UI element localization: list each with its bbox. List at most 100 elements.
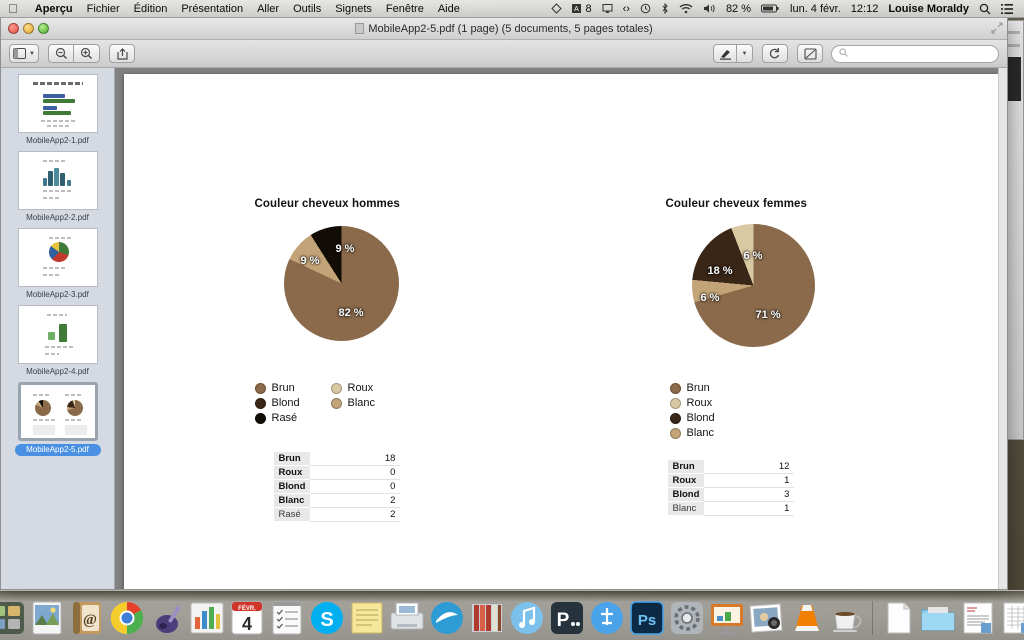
dock-item-app-store[interactable] — [588, 599, 626, 637]
document-scroll-area[interactable]: Couleur cheveux hommes 9 % 9 % 82 % Brun… — [115, 68, 1007, 589]
table-row: Blond 0 — [273, 479, 401, 494]
menu-item-fichier[interactable]: Fichier — [80, 0, 127, 18]
legend-item-roux[interactable]: Roux — [669, 397, 748, 409]
legend-item-brun[interactable]: Brun — [254, 382, 317, 394]
sidebar-toggle-icon[interactable]: ▼ — [9, 44, 39, 63]
window-title-wrap: MobileApp2-5.pdf (1 page) (5 documents, … — [1, 18, 1007, 40]
dock-item-numbers[interactable] — [188, 599, 226, 637]
rotate-icon[interactable] — [762, 44, 788, 63]
dock-item-notes[interactable] — [348, 599, 386, 637]
code-arrows-icon[interactable]: ‹› — [618, 0, 635, 18]
legend-item-blond[interactable]: Blond — [669, 412, 748, 424]
volume-icon[interactable] — [698, 3, 721, 14]
dock-item-libreoffice[interactable] — [428, 599, 466, 637]
legend-label-rase: Rasé — [271, 412, 298, 424]
sidebar-thumbnail-1[interactable]: MobileApp2-1.pdf — [1, 74, 114, 146]
table-cell-label: Brun — [273, 452, 311, 466]
menu-item-outils[interactable]: Outils — [286, 0, 328, 18]
svg-text:FÉVR.: FÉVR. — [238, 604, 256, 612]
dock-item-chrome[interactable] — [108, 599, 146, 637]
dock-item-livres[interactable] — [468, 599, 506, 637]
battery-icon[interactable] — [756, 3, 785, 14]
dock-item-papers[interactable]: P — [548, 599, 586, 637]
legend-swatch-blanc — [330, 397, 342, 409]
menubar-user[interactable]: Louise Moraldy — [883, 0, 974, 18]
minimize-button[interactable] — [23, 23, 34, 34]
menubar-time[interactable]: 12:12 — [846, 0, 884, 18]
time-machine-icon[interactable] — [635, 3, 656, 14]
sidebar-thumbnail-4[interactable]: MobileApp2-4.pdf — [1, 305, 114, 377]
dock-item-stack-tableur[interactable] — [999, 599, 1024, 637]
menu-item-aide[interactable]: Aide — [431, 0, 467, 18]
thumbnail-preview — [17, 305, 98, 364]
dock-item-document-file[interactable] — [879, 599, 917, 637]
window-body: MobileApp2-1.pdf MobileApp2-2.pdf Mobile… — [1, 68, 1007, 589]
sidebar-thumbnail-2[interactable]: MobileApp2-2.pdf — [1, 151, 114, 223]
legend-item-blanc[interactable]: Blanc — [330, 397, 393, 409]
vertical-scrollbar[interactable] — [998, 68, 1007, 589]
dock-item-cafe[interactable] — [828, 599, 866, 637]
menu-item-edition[interactable]: Édition — [127, 0, 175, 18]
dock-item-scanner[interactable] — [388, 599, 426, 637]
legend-item-blond[interactable]: Blond — [254, 397, 317, 409]
sidebar-thumbnail-3[interactable]: MobileApp2-3.pdf — [1, 228, 114, 300]
dock-item-iphoto[interactable] — [748, 599, 786, 637]
search-icon[interactable] — [974, 3, 996, 15]
search-field[interactable] — [831, 44, 999, 63]
legend-item-brun[interactable]: Brun — [669, 382, 748, 394]
menu-item-aller[interactable]: Aller — [250, 0, 286, 18]
table-row: Rasé 2 — [273, 507, 401, 522]
dock-item-calendrier[interactable]: FÉVR. 4 — [228, 599, 266, 637]
zoom-in-icon[interactable] — [74, 44, 100, 63]
legend-label-blond: Blond — [686, 412, 715, 424]
legend-femmes: Brun Roux Blond Blanc — [669, 382, 840, 442]
dock-item-keynote[interactable] — [708, 599, 746, 637]
apple-menu-icon[interactable]:  — [8, 2, 18, 15]
svg-text:A: A — [575, 6, 580, 13]
notification-center-icon[interactable] — [996, 3, 1018, 15]
dock: @ FÉVR. 4 S P Ps — [0, 590, 1024, 640]
window-titlebar[interactable]: MobileApp2-5.pdf (1 page) (5 documents, … — [1, 18, 1007, 40]
legend-item-roux[interactable]: Roux — [330, 382, 393, 394]
markup-pen-icon[interactable] — [713, 44, 737, 63]
airplay-icon[interactable] — [597, 3, 618, 14]
close-button[interactable] — [8, 23, 19, 34]
markup-chevron-down-icon[interactable]: ▼ — [737, 44, 753, 63]
dock-item-contacts[interactable]: @ — [68, 599, 106, 637]
alfred-icon[interactable]: A 8 — [567, 0, 596, 18]
annotate-icon[interactable] — [797, 44, 823, 63]
pie-chart-femmes: 6 % 18 % 6 % 71 % — [691, 224, 815, 347]
legend-item-rase[interactable]: Rasé — [254, 412, 317, 424]
menubar-date[interactable]: lun. 4 févr. — [785, 0, 846, 18]
menu-item-apercu[interactable]: Aperçu — [28, 0, 80, 18]
bluetooth-icon[interactable] — [656, 3, 674, 14]
sidebar-thumbnail-5[interactable]: MobileApp2-5.pdf — [1, 382, 114, 456]
dock-item-preferences-systeme[interactable] — [668, 599, 706, 637]
dock-item-itunes[interactable] — [508, 599, 546, 637]
menu-item-signets[interactable]: Signets — [328, 0, 379, 18]
dock-item-skype[interactable]: S — [308, 599, 346, 637]
battery-percent: 82 % — [725, 2, 752, 15]
dock-item-rappels[interactable] — [268, 599, 306, 637]
data-table-hommes: Brun 18 Roux 0 Blond 0 Blanc 2 Rasé 2 — [273, 452, 401, 522]
menu-item-fenetre[interactable]: Fenêtre — [379, 0, 431, 18]
dock-item-inkscape[interactable] — [148, 599, 186, 637]
dropbox-icon[interactable] — [546, 3, 567, 14]
dock-item-vlc[interactable] — [788, 599, 826, 637]
svg-text:P: P — [556, 610, 569, 631]
legend-item-blanc[interactable]: Blanc — [669, 427, 748, 439]
dock-item-apercu-preview[interactable] — [28, 599, 66, 637]
wifi-icon[interactable] — [674, 3, 698, 14]
thumbnail-sidebar[interactable]: MobileApp2-1.pdf MobileApp2-2.pdf Mobile… — [1, 68, 115, 589]
dock-item-photoshop[interactable]: Ps — [628, 599, 666, 637]
fullscreen-icon[interactable] — [991, 22, 1003, 34]
table-cell-value: 18 — [310, 452, 401, 466]
dock-item-stack-documents[interactable] — [959, 599, 997, 637]
menu-item-presentation[interactable]: Présentation — [174, 0, 250, 18]
share-icon[interactable] — [109, 44, 135, 63]
zoom-button[interactable] — [38, 23, 49, 34]
chevron-down-icon[interactable]: ▼ — [29, 51, 35, 57]
dock-item-dossier-telechargements[interactable] — [919, 599, 957, 637]
dock-item-mission-control[interactable] — [0, 599, 26, 637]
zoom-out-icon[interactable] — [48, 44, 74, 63]
